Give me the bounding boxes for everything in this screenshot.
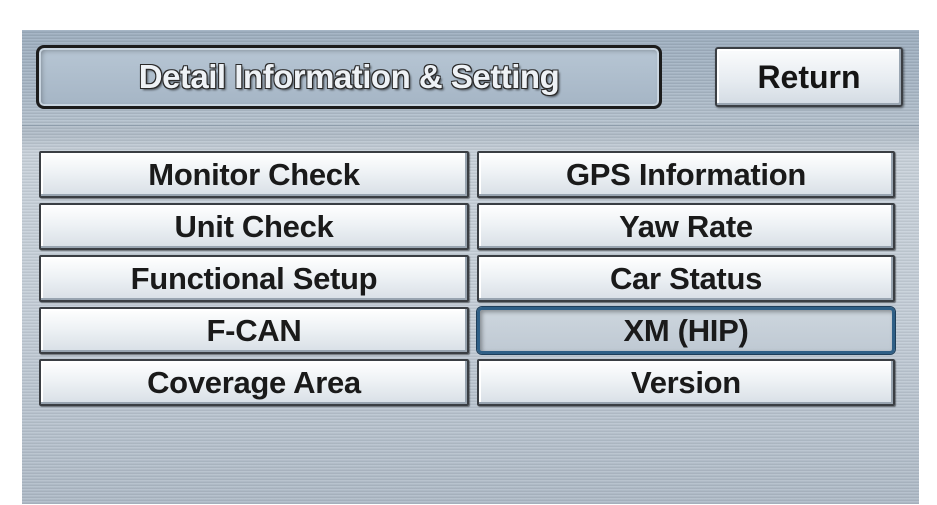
menu-button-label: Yaw Rate <box>619 208 753 244</box>
menu-button-label: Unit Check <box>174 208 334 244</box>
unit-check-button[interactable]: Unit Check <box>39 203 469 250</box>
functional-setup-button[interactable]: Functional Setup <box>39 255 469 302</box>
yaw-rate-button[interactable]: Yaw Rate <box>477 203 895 250</box>
header-bar: Detail Information & Setting Return <box>22 30 919 126</box>
car-status-button[interactable]: Car Status <box>477 255 895 302</box>
f-can-button[interactable]: F-CAN <box>39 307 469 354</box>
title-box: Detail Information & Setting <box>36 45 662 109</box>
menu-button-label: F-CAN <box>206 312 302 348</box>
menu-button-label: Coverage Area <box>147 364 361 400</box>
menu-button-label: GPS Information <box>565 156 807 192</box>
menu-grid: Monitor Check GPS Information Unit Check… <box>39 151 899 406</box>
xm-hip-button[interactable]: XM (HIP) <box>477 307 895 354</box>
menu-button-label: Car Status <box>609 260 763 296</box>
menu-button-label: XM (HIP) <box>623 312 749 348</box>
menu-button-label: Functional Setup <box>130 260 378 296</box>
page-title: Detail Information & Setting <box>138 58 560 95</box>
return-button[interactable]: Return <box>715 47 903 107</box>
gps-information-button[interactable]: GPS Information <box>477 151 895 198</box>
return-button-label: Return <box>757 58 861 95</box>
version-button[interactable]: Version <box>477 359 895 406</box>
coverage-area-button[interactable]: Coverage Area <box>39 359 469 406</box>
menu-button-label: Version <box>631 364 741 400</box>
monitor-check-button[interactable]: Monitor Check <box>39 151 469 198</box>
nav-screen: Detail Information & Setting Return Moni… <box>22 30 919 504</box>
menu-button-label: Monitor Check <box>148 156 360 192</box>
